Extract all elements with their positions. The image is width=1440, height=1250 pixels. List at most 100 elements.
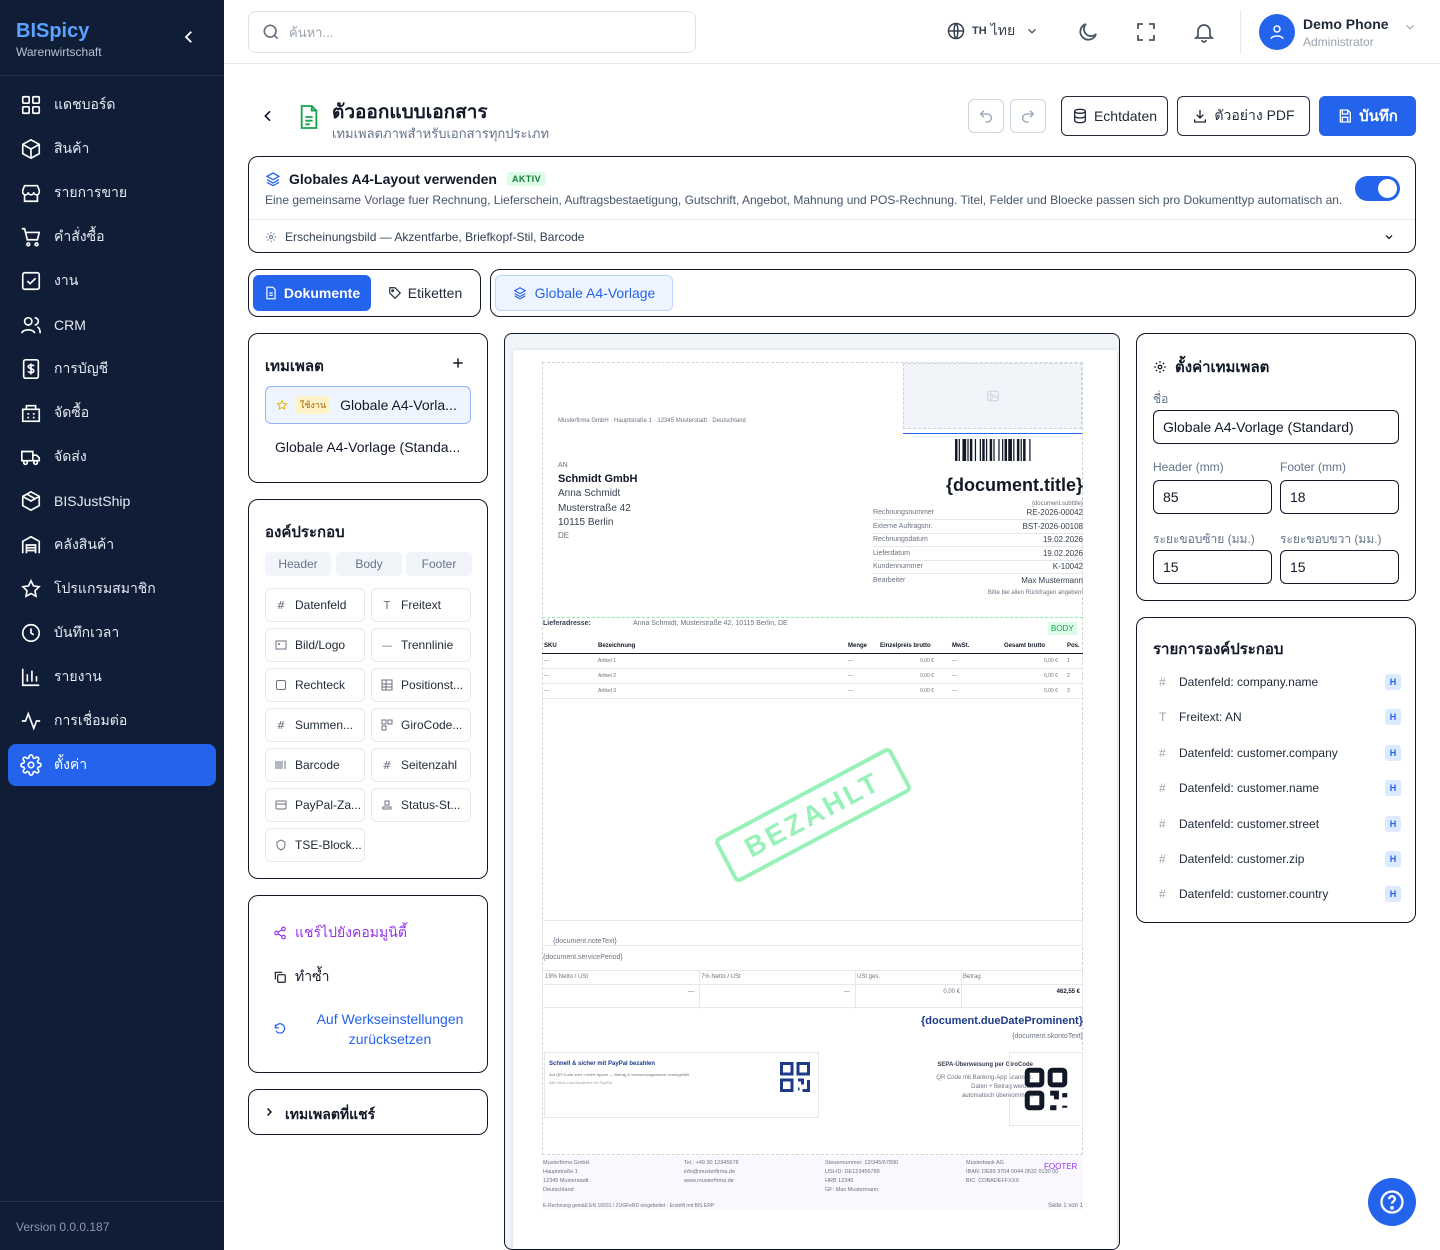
table-row[interactable]: — Artikel 1 — 0,00 € — 0,00 € 1	[542, 654, 1083, 669]
component-10[interactable]: # Seitenzahl	[371, 748, 471, 782]
component-8[interactable]: GiroCode...	[371, 708, 471, 742]
a4-page[interactable]: Musterfirma GmbH · Hauptstraße 1 · 12345…	[513, 350, 1117, 1249]
component-list-item[interactable]: # Datenfeld: customer.company H	[1159, 743, 1409, 763]
user-menu[interactable]: Demo Phone Administrator	[1240, 10, 1417, 54]
sidebar-item-2[interactable]: สินค้า	[8, 128, 216, 170]
margin-right-input[interactable]: 15	[1280, 550, 1399, 584]
chevron-down-icon[interactable]	[1383, 231, 1395, 243]
sidebar-item-11[interactable]: คลังสินค้า	[8, 524, 216, 566]
component-7[interactable]: # Summen...	[265, 708, 365, 742]
save-button[interactable]: บันทึก	[1319, 96, 1416, 136]
paypal-qr-icon	[780, 1062, 810, 1092]
positions-table[interactable]: SKU Bezeichnung Menge Einzelpreis brutto MwS…	[542, 640, 1083, 699]
component-1[interactable]: # Datenfeld	[265, 588, 365, 622]
margin-left-label: ระยะขอบซ้าย (มม.)	[1153, 532, 1255, 546]
help-icon	[1380, 1190, 1404, 1214]
sidebar-item-8[interactable]: จัดซื้อ	[8, 392, 216, 434]
shared-templates-toggle[interactable]: เทมเพลตที่แชร์	[248, 1089, 488, 1135]
sidebar-item-10[interactable]: BISJustShip	[8, 480, 216, 522]
header-mm-input[interactable]: 85	[1153, 480, 1272, 514]
component-list-item[interactable]: # Datenfeld: customer.street H	[1159, 814, 1409, 834]
component-list-item[interactable]: # Datenfeld: company.name H	[1159, 672, 1409, 692]
sidebar-item-6[interactable]: CRM	[8, 304, 216, 346]
margin-left-input[interactable]: 15	[1153, 550, 1272, 584]
meta-label: Lieferdatum	[873, 549, 910, 557]
redo-button[interactable]	[1010, 99, 1046, 133]
sidebar-item-9[interactable]: จัดส่ง	[8, 436, 216, 478]
girocode-block[interactable]	[1009, 1052, 1083, 1126]
help-button[interactable]	[1368, 1178, 1416, 1226]
fullscreen-icon[interactable]	[1134, 20, 1158, 44]
paypal-block[interactable]: Schnell & sicher mit PayPal bezahlen Auf…	[544, 1052, 819, 1118]
moon-icon[interactable]	[1076, 20, 1100, 44]
table-row[interactable]: — Artikel 2 — 0,00 € — 0,00 € 2	[542, 669, 1083, 684]
sidebar-item-16[interactable]: ตั้งค่า	[8, 744, 216, 786]
back-arrow-icon[interactable]	[260, 108, 276, 124]
document-title[interactable]: {document.title}	[946, 475, 1083, 496]
component-11[interactable]: PayPal-Za...	[265, 788, 365, 822]
plus-icon[interactable]	[451, 356, 465, 370]
language-switcher[interactable]: TH ไทย	[946, 20, 1039, 42]
chevron-left-icon[interactable]	[180, 28, 198, 46]
sidebar-item-13[interactable]: บันทึกเวลา	[8, 612, 216, 654]
sidebar-item-3[interactable]: รายการขาย	[8, 172, 216, 214]
appearance-row[interactable]: Erscheinungsbild — Akzentfarbe, Briefkop…	[265, 230, 584, 244]
sidebar-item-label: รายการขาย	[54, 184, 128, 200]
table-header: Gesamt brutto	[1004, 643, 1046, 649]
bell-icon[interactable]	[1192, 20, 1216, 44]
template-item-active[interactable]: ใช้งาน Globale A4-Vorla...	[265, 386, 471, 424]
sidebar-item-7[interactable]: การบัญชี	[8, 348, 216, 390]
share-community-button[interactable]: แชร์ไปยังคอมมูนิตี้	[273, 922, 407, 944]
duplicate-button[interactable]: ทำซ้ำ	[273, 966, 329, 988]
search-input[interactable]: ค้นหา...	[289, 22, 333, 43]
name-input[interactable]: Globale A4-Vorlage (Standard)	[1153, 410, 1399, 444]
component-list-item[interactable]: # Datenfeld: customer.name H	[1159, 778, 1409, 798]
note-block[interactable]: {document.noteText}	[542, 920, 1083, 946]
girocode-qr-icon	[1024, 1067, 1068, 1111]
component-2[interactable]: T Freitext	[371, 588, 471, 622]
component-12[interactable]: Status-St...	[371, 788, 471, 822]
tab-labels[interactable]: Etiketten	[375, 275, 475, 311]
logo-placeholder[interactable]	[903, 363, 1082, 429]
component-13[interactable]: TSE-Block...	[265, 828, 365, 862]
sidebar-item-1[interactable]: แดชบอร์ด	[8, 84, 216, 126]
table-row[interactable]: — Artikel 3 — 0,00 € — 0,00 € 3	[542, 684, 1083, 699]
footer-line: GF: Max Mustermann	[825, 1187, 879, 1193]
undo-button[interactable]	[968, 99, 1004, 133]
segment-footer[interactable]: Footer	[406, 552, 472, 576]
table-cell: Artikel 1	[598, 658, 617, 664]
segment-header[interactable]: Header	[265, 552, 331, 576]
footer-mm-input[interactable]: 18	[1280, 480, 1399, 514]
segment-body[interactable]: Body	[336, 552, 402, 576]
template-item[interactable]: Globale A4-Vorlage (Standa...	[265, 428, 471, 466]
recipient-company: Schmidt GmbH	[558, 473, 638, 485]
tab-documents-label: Dokumente	[283, 285, 361, 301]
barcode[interactable]	[955, 439, 1033, 461]
recipient-prefix: AN	[558, 462, 568, 469]
component-5[interactable]: Rechteck	[265, 668, 365, 702]
table-cell: Artikel 3	[598, 688, 617, 694]
component-3[interactable]: Bild/Logo	[265, 628, 365, 662]
hash-icon: #	[276, 599, 285, 611]
pdf-preview-button[interactable]: ตัวอย่าง PDF	[1177, 96, 1310, 136]
tax-summary-table[interactable]: 19% Netto / USt 7% Netto / USt USt ges. Bet…	[542, 970, 1083, 1009]
component-4[interactable]: — Trennlinie	[371, 628, 471, 662]
reset-defaults-button[interactable]: Auf Werkseinstellungen zurücksetzen	[273, 1009, 475, 1049]
component-list-item[interactable]: # Datenfeld: customer.zip H	[1159, 849, 1409, 869]
global-layout-toggle[interactable]	[1355, 176, 1400, 201]
tab-documents[interactable]: Dokumente	[253, 275, 371, 311]
sidebar-item-14[interactable]: รายงาน	[8, 656, 216, 698]
component-6[interactable]: Positionst...	[371, 668, 471, 702]
component-list-item[interactable]: # Datenfeld: customer.country H	[1159, 884, 1409, 904]
sidebar-item-5[interactable]: งาน	[8, 260, 216, 302]
tab-global-template[interactable]: Globale A4-Vorlage	[495, 275, 673, 311]
copy-icon	[274, 971, 286, 983]
sidebar-item-12[interactable]: โปรแกรมสมาชิก	[8, 568, 216, 610]
search-box[interactable]: ค้นหา...	[248, 11, 696, 53]
component-list-item[interactable]: T Freitext: AN H	[1159, 707, 1409, 727]
table-cell: —	[544, 658, 549, 664]
component-9[interactable]: Barcode	[265, 748, 365, 782]
real-data-button[interactable]: Echtdaten	[1061, 96, 1168, 136]
sidebar-item-15[interactable]: การเชื่อมต่อ	[8, 700, 216, 742]
sidebar-item-4[interactable]: คำสั่งซื้อ	[8, 216, 216, 258]
